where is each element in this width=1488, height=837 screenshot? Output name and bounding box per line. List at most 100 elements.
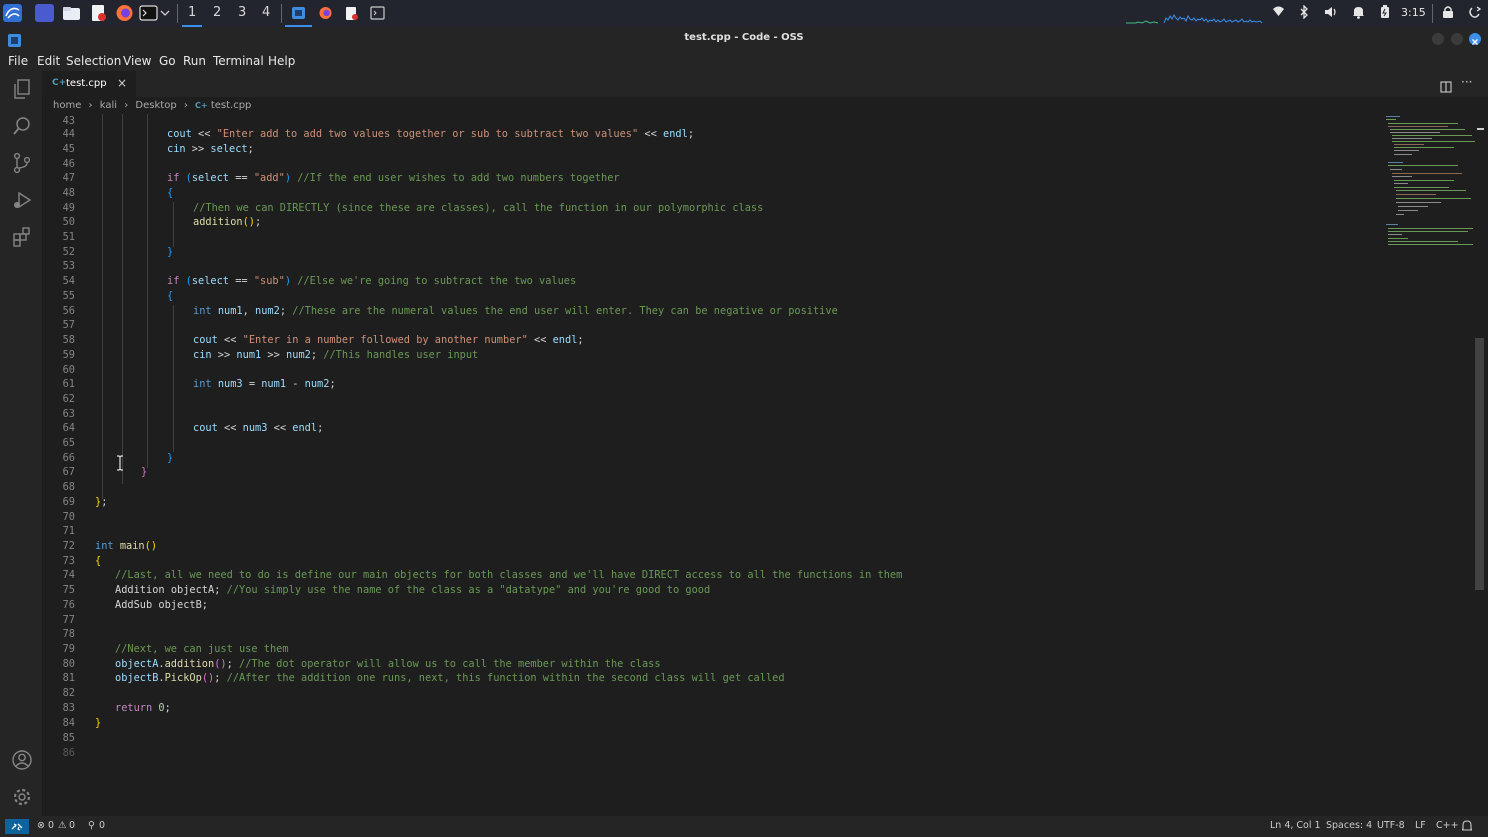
more-actions-icon[interactable]: ··· [1461,75,1472,89]
scrollbar-thumb[interactable] [1475,338,1484,590]
end-of-line[interactable]: LF [1415,820,1426,831]
minimize-button[interactable] [1432,33,1444,45]
menu-selection[interactable]: Selection [66,54,121,68]
chevron-down-icon[interactable] [159,4,171,22]
show-desktop-icon[interactable] [35,4,54,22]
separator [281,4,282,23]
split-editor-icon[interactable] [1440,78,1452,93]
close-window-button[interactable] [1469,33,1481,45]
explorer-icon[interactable] [11,78,33,100]
minimap-line [1390,129,1465,130]
ports-count[interactable]: 0 [99,820,105,831]
file-manager-icon[interactable] [62,4,81,22]
menu-terminal[interactable]: Terminal [213,54,264,68]
line-number: 79 [62,643,75,655]
extensions-icon[interactable] [11,226,33,248]
maximize-button[interactable] [1451,33,1463,45]
workspace-3[interactable]: 3 [238,5,246,20]
breadcrumb-home[interactable]: home [53,100,81,111]
line-number: 80 [62,658,75,670]
wifi-icon[interactable] [1272,5,1285,23]
line-number: 55 [62,290,75,302]
minimap-line [1390,169,1402,170]
lock-icon[interactable] [1442,5,1454,23]
indentation[interactable]: Spaces: 4 [1326,820,1372,831]
minimap-line [1394,154,1412,155]
menu-run[interactable]: Run [183,54,206,68]
terminal-task-icon[interactable] [368,4,387,22]
warning-count[interactable]: 0 [69,820,75,831]
clock[interactable]: 3:15 [1401,6,1426,19]
remote-indicator-icon[interactable] [5,819,29,834]
ports-icon[interactable]: ⚲ [88,820,95,831]
tab-test-cpp[interactable]: C+ test.cpp × [42,71,136,97]
error-icon[interactable]: ⊗ [37,820,45,831]
error-count[interactable]: 0 [48,820,54,831]
menu-view[interactable]: View [123,54,151,68]
tab-close-button[interactable]: × [117,76,127,90]
line-number: 75 [62,584,75,596]
editor-task-icon[interactable] [342,4,361,22]
menu-help[interactable]: Help [268,54,295,68]
notifications-icon[interactable] [1352,5,1365,23]
line-number: 49 [62,202,75,214]
minimap-line [1394,147,1454,148]
breadcrumb-file[interactable]: test.cpp [211,100,252,111]
line-number: 61 [62,378,75,390]
minimap-line [1388,231,1468,232]
minimap-line [1388,244,1473,245]
accounts-icon[interactable] [11,749,33,771]
terminal-icon[interactable] [139,4,158,22]
bluetooth-icon[interactable] [1299,4,1309,23]
source-control-icon[interactable] [11,152,33,174]
line-number: 52 [62,246,75,258]
run-debug-icon[interactable] [11,189,33,211]
minimap-line [1398,206,1428,207]
workspace-4[interactable]: 4 [262,5,270,20]
menu-edit[interactable]: Edit [37,54,60,68]
workspace-1[interactable]: 1 [181,5,203,27]
indent-guide [122,114,123,484]
indent-guide [173,305,174,452]
breadcrumb-desktop[interactable]: Desktop [135,100,176,111]
line-number: 46 [62,158,75,170]
indent-guide [147,114,148,468]
line-number: 57 [62,319,75,331]
text-editor-icon[interactable] [89,4,108,22]
vscode-task-icon[interactable] [285,4,312,27]
cursor-position[interactable]: Ln 4, Col 1 [1270,820,1321,831]
minimap-line [1396,214,1404,215]
menu-go[interactable]: Go [159,54,176,68]
line-number: 69 [62,496,75,508]
minimap-line [1388,241,1458,242]
chevron-right-icon: › [88,100,93,111]
search-icon[interactable] [11,115,33,137]
firefox-icon[interactable] [115,4,134,22]
workspace-2[interactable]: 2 [213,5,221,20]
language-mode[interactable]: C++ [1436,820,1459,831]
warning-icon[interactable]: ⚠ [58,820,67,831]
firefox-task-icon[interactable] [316,4,335,22]
volume-icon[interactable] [1324,5,1338,23]
power-icon[interactable] [1468,5,1482,23]
activity-bar [0,71,43,816]
bell-icon[interactable] [1460,820,1474,835]
line-number: 81 [62,672,75,684]
line-number: 67 [62,466,75,478]
minimap-line [1386,224,1398,225]
text-cursor-icon [116,455,124,471]
kali-menu-icon[interactable] [3,4,22,22]
minimap[interactable] [1380,114,1477,816]
battery-icon[interactable] [1379,5,1391,23]
minimap-line [1388,162,1403,163]
line-number: 72 [62,540,75,552]
line-number: 71 [62,525,75,537]
breadcrumb-kali[interactable]: kali [100,100,117,111]
separator [177,4,178,23]
line-number: 70 [62,511,75,523]
minimap-line [1392,176,1412,177]
settings-gear-icon[interactable] [11,786,33,808]
encoding[interactable]: UTF-8 [1377,820,1405,831]
menu-file[interactable]: File [8,54,28,68]
code-editor[interactable]: 43 44 cout << "Enter add to add two value… [42,114,1377,816]
